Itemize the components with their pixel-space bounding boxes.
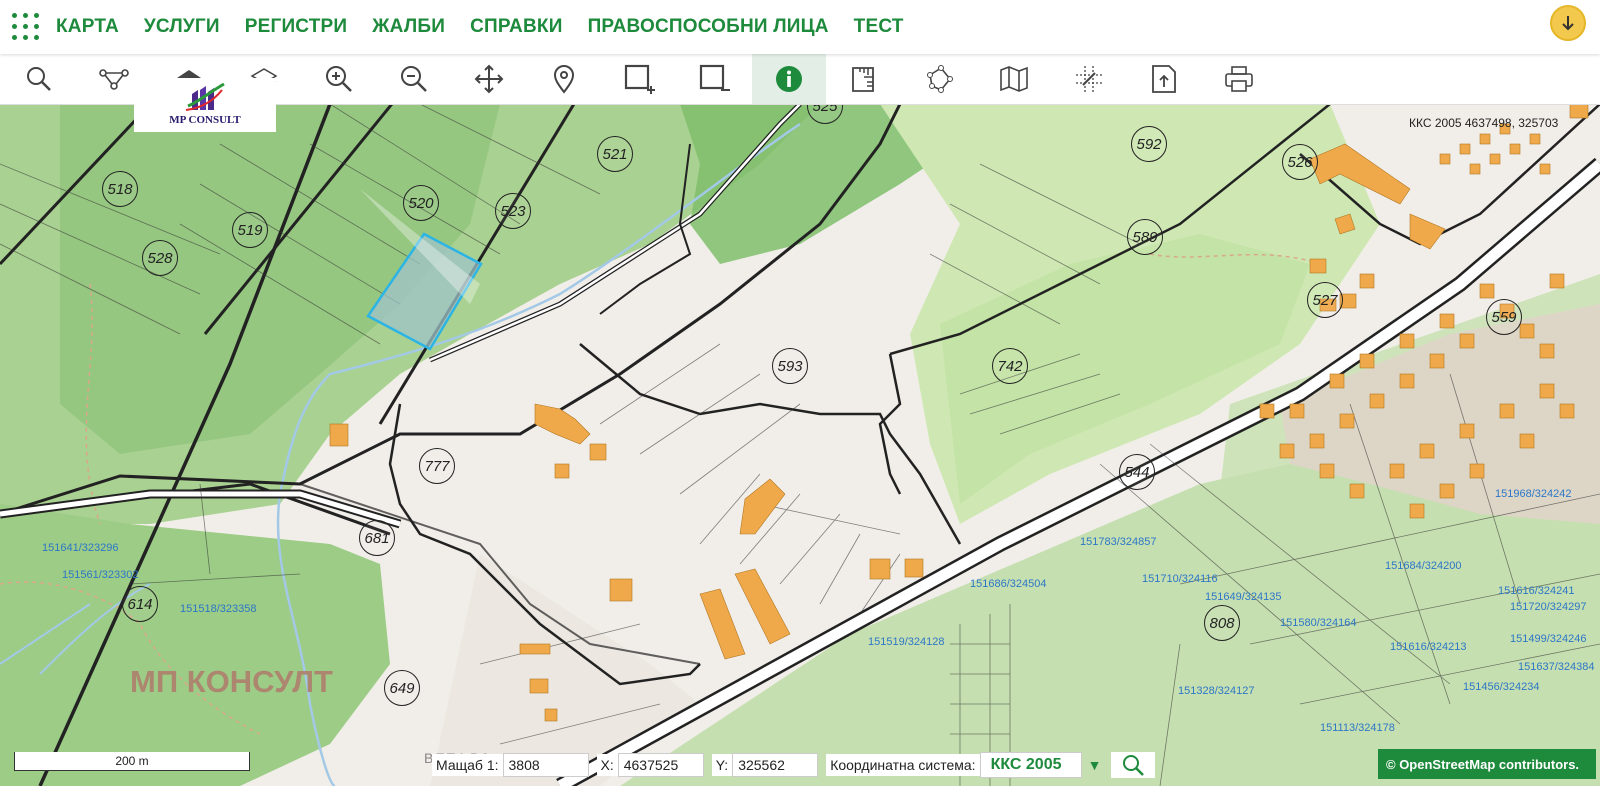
cadastre-label: 151113/324178 — [1320, 722, 1395, 734]
cadastre-label: 151561/323302 — [62, 569, 139, 581]
plot-label: 589 — [1127, 219, 1163, 255]
cadastre-label: 151616/324241 — [1498, 585, 1575, 597]
export-icon[interactable] — [1127, 54, 1201, 104]
search-icon[interactable] — [1111, 752, 1156, 778]
cadastre-label: 151720/324297 — [1510, 601, 1587, 613]
plot-label: 614 — [122, 586, 158, 622]
scale-value[interactable]: 3808 — [502, 753, 589, 777]
plot-label: 518 — [102, 171, 138, 207]
y-label: Y: — [711, 754, 733, 776]
cadastre-label: 151518/323358 — [180, 603, 257, 615]
plot-label: 649 — [384, 670, 420, 706]
apps-grid-icon[interactable] — [12, 13, 40, 41]
ruler-icon[interactable] — [827, 54, 901, 104]
plot-label: 681 — [359, 520, 395, 556]
cadastre-label: 151580/324164 — [1280, 617, 1357, 629]
menu-item-licensed[interactable]: ПРАВОСПОСОБНИ ЛИЦА — [588, 16, 829, 38]
menu-item-registers[interactable]: РЕГИСТРИ — [245, 16, 348, 38]
osm-attribution[interactable]: © OpenStreetMap contributors. — [1378, 749, 1596, 779]
plot-label: 592 — [1131, 126, 1167, 162]
scale-bar-label: 200 m — [115, 754, 149, 768]
move-icon[interactable] — [452, 54, 526, 104]
cadastre-label: 151328/324127 — [1178, 685, 1255, 697]
select-remove-icon[interactable] — [677, 54, 751, 104]
plot-label: 527 — [1307, 282, 1343, 318]
x-label: X: — [596, 754, 618, 776]
crosshair-grid-icon[interactable] — [1052, 54, 1126, 104]
plot-label: 526 — [1282, 144, 1318, 180]
cadastre-label: 151519/324128 — [868, 636, 945, 648]
pin-icon[interactable] — [527, 54, 601, 104]
coordinate-readout: ККС 2005 4637498, 325703 — [1409, 116, 1559, 130]
menu-item-services[interactable]: УСЛУГИ — [144, 16, 220, 38]
download-icon[interactable] — [1550, 5, 1586, 41]
scale-label: Мащаб 1: — [432, 754, 503, 776]
printer-icon[interactable] — [1202, 54, 1276, 104]
mp-consult-logo: MP CONSULT — [134, 78, 276, 132]
cadastre-label: 151783/324857 — [1080, 536, 1157, 548]
cadastre-label: 151968/324242 — [1495, 488, 1572, 500]
plot-label: 528 — [142, 240, 178, 276]
main-menu: КАРТА УСЛУГИ РЕГИСТРИ ЖАЛБИ СПРАВКИ ПРАВ… — [56, 0, 929, 54]
plot-label: 742 — [992, 348, 1028, 384]
y-value[interactable]: 325562 — [732, 753, 819, 777]
x-value[interactable]: 4637525 — [617, 753, 704, 777]
cadastre-label: 151710/324116 — [1142, 573, 1218, 585]
plot-label: 593 — [772, 348, 808, 384]
magnifier-icon[interactable] — [2, 54, 76, 104]
cadastre-label: 151616/324213 — [1390, 641, 1467, 653]
coordinate-system-select[interactable]: ККС 2005 — [979, 752, 1082, 778]
cadastre-label: 151499/324246 — [1510, 633, 1587, 645]
top-navbar: КАРТА УСЛУГИ РЕГИСТРИ ЖАЛБИ СПРАВКИ ПРАВ… — [0, 0, 1600, 54]
zoom-out-icon[interactable] — [377, 54, 451, 104]
cadastre-label: 151456/324234 — [1463, 681, 1540, 693]
watermark-text: МП КОНСУЛТ — [130, 664, 333, 699]
select-add-icon[interactable] — [602, 54, 676, 104]
zoom-in-icon[interactable] — [302, 54, 376, 104]
menu-item-complaints[interactable]: ЖАЛБИ — [372, 16, 445, 38]
plot-label: 544 — [1119, 454, 1155, 490]
polygon-icon[interactable] — [902, 54, 976, 104]
plot-label: 519 — [232, 212, 268, 248]
plot-label: 523 — [495, 193, 531, 229]
menu-item-references[interactable]: СПРАВКИ — [470, 16, 562, 38]
cadastre-label: 151637/324384 — [1518, 661, 1595, 673]
plot-label: 520 — [403, 185, 439, 221]
plot-label: 559 — [1486, 299, 1522, 335]
menu-item-test[interactable]: ТЕСТ — [854, 16, 904, 38]
info-icon[interactable] — [752, 54, 826, 104]
cadastre-label: 151684/324200 — [1385, 560, 1462, 572]
logo-text: MP CONSULT — [169, 114, 241, 126]
plot-label: 808 — [1204, 605, 1240, 641]
status-bar: Мащаб 1: 3808 X: 4637525 Y: 325562 Коорд… — [432, 750, 1156, 780]
cadastre-label: 151649/324135 — [1205, 591, 1282, 603]
cadastre-label: 151641/323296 — [42, 542, 119, 554]
cadastre-label: 151686/324504 — [970, 578, 1047, 590]
plot-label: 521 — [597, 136, 633, 172]
scale-bar: 200 m — [14, 752, 250, 771]
menu-item-map[interactable]: КАРТА — [56, 16, 119, 38]
plot-label: 777 — [419, 448, 455, 484]
coordinate-system-label: Координатна система: — [826, 754, 980, 776]
chevron-down-icon[interactable]: ▼ — [1088, 757, 1102, 773]
folded-map-icon[interactable] — [977, 54, 1051, 104]
